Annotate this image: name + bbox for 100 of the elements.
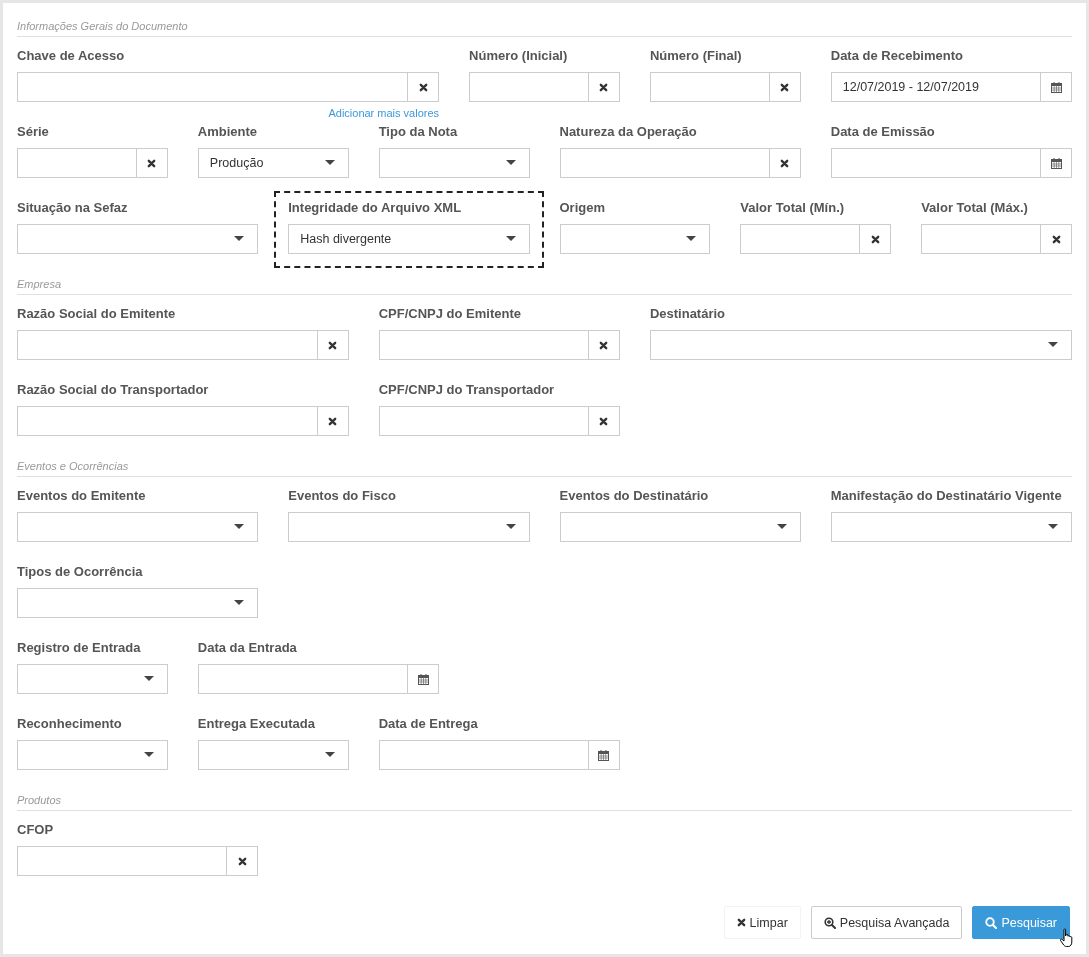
text-input[interactable] (17, 330, 349, 360)
caret-icon (505, 236, 516, 242)
field-label: Eventos do Emitente (17, 487, 147, 505)
field-label: Data de Recebimento (830, 47, 964, 65)
close-icon (328, 340, 338, 350)
close-icon (599, 82, 609, 92)
select-dropdown[interactable] (559, 512, 801, 542)
field-label: Natureza da Operação (559, 123, 698, 141)
close-icon (599, 340, 609, 350)
select-dropdown[interactable] (17, 588, 259, 618)
field-label: Valor Total (Máx.) (921, 199, 1029, 217)
caret-icon (1048, 524, 1058, 530)
field-label: Manifestação do Destinatário Vigente (830, 487, 1063, 505)
field-label: Razão Social do Emitente (17, 305, 177, 323)
caret-icon (143, 752, 154, 758)
section-heading: Informações Gerais do Documento (17, 17, 1072, 37)
caret-icon (234, 524, 245, 530)
close-icon (736, 918, 746, 927)
hand-cursor-icon (1059, 928, 1075, 948)
field-label: Eventos do Fisco (288, 487, 397, 505)
select-dropdown[interactable] (288, 512, 530, 542)
select-dropdown[interactable] (17, 664, 168, 694)
close-icon (870, 234, 880, 244)
select-dropdown[interactable] (559, 224, 711, 254)
field-label: Chave de Acesso (17, 47, 126, 65)
calendar-icon (1050, 81, 1062, 93)
caret-icon (776, 524, 787, 530)
close-icon (328, 416, 338, 426)
zoom-in-icon (823, 916, 836, 929)
text-input[interactable] (378, 330, 620, 360)
date-input[interactable] (830, 148, 1072, 178)
caret-icon (234, 600, 245, 606)
field-label: Número (Inicial) (469, 47, 569, 65)
field-label: Tipo da Nota (378, 123, 459, 141)
field-label: Número (Final) (649, 47, 743, 65)
clear-button[interactable]: Limpar (723, 906, 801, 939)
text-input[interactable] (649, 72, 801, 102)
field-label: Situação na Sefaz (17, 199, 129, 217)
caret-icon (505, 524, 516, 530)
calendar-icon (598, 749, 610, 761)
field-label: Reconhecimento (17, 715, 123, 733)
field-label: Registro de Entrada (17, 639, 142, 657)
field-label: Destinatário (649, 305, 727, 323)
field-label: CFOP (17, 821, 55, 839)
field-label: Ambiente (197, 123, 259, 141)
field-label: Data de Entrega (378, 715, 479, 733)
text-input[interactable] (378, 406, 620, 436)
caret-icon (505, 160, 516, 166)
close-icon (147, 158, 157, 168)
close-icon (780, 158, 790, 168)
caret-icon (686, 236, 697, 242)
field-label: Data de Emissão (830, 123, 936, 141)
field-label: Razão Social do Transportador (17, 381, 210, 399)
select-dropdown[interactable] (649, 330, 1072, 360)
select-dropdown[interactable] (830, 512, 1072, 542)
field-label: Data da Entrada (197, 639, 298, 657)
select-dropdown[interactable]: Hash divergente (288, 224, 530, 254)
field-label: Valor Total (Mín.) (740, 199, 846, 217)
caret-icon (234, 236, 245, 242)
section-heading: Empresa (17, 275, 1072, 295)
section-heading: Eventos e Ocorrências (17, 457, 1072, 477)
caret-icon (1048, 342, 1058, 348)
close-icon (418, 82, 428, 92)
advanced-search-button[interactable]: Pesquisa Avançada (810, 906, 963, 939)
field-label: Eventos do Destinatário (559, 487, 710, 505)
select-dropdown[interactable] (197, 740, 349, 770)
field-label: Integridade do Arquivo XML (288, 199, 463, 217)
text-input[interactable] (740, 224, 892, 254)
text-input[interactable] (17, 846, 259, 876)
calendar-icon (417, 673, 429, 685)
select-dropdown[interactable]: Produção (197, 148, 349, 178)
calendar-icon (1050, 157, 1062, 169)
caret-icon (143, 676, 154, 682)
close-icon (780, 82, 790, 92)
select-dropdown[interactable] (17, 224, 259, 254)
field-label: CPF/CNPJ do Transportador (378, 381, 556, 399)
close-icon (237, 856, 247, 866)
text-input[interactable] (559, 148, 801, 178)
date-input[interactable] (378, 740, 620, 770)
field-label: Série (17, 123, 50, 141)
text-input[interactable] (17, 148, 168, 178)
select-dropdown[interactable] (17, 512, 259, 542)
text-input[interactable] (17, 72, 440, 102)
field-label: Origem (559, 199, 606, 217)
close-icon (1051, 234, 1061, 244)
field-label: Tipos de Ocorrência (17, 563, 144, 581)
date-input[interactable]: 12/07/2019 - 12/07/2019 (830, 72, 1072, 102)
select-dropdown[interactable] (17, 740, 168, 770)
text-input[interactable] (469, 72, 620, 102)
text-input[interactable] (17, 406, 349, 436)
field-label: CPF/CNPJ do Emitente (378, 305, 522, 323)
select-dropdown[interactable] (378, 148, 530, 178)
section-heading: Produtos (17, 791, 1072, 811)
close-icon (599, 416, 609, 426)
field-label: Entrega Executada (197, 715, 316, 733)
caret-icon (324, 160, 335, 166)
date-input[interactable] (197, 664, 440, 694)
text-input[interactable] (921, 224, 1072, 254)
caret-icon (324, 752, 335, 758)
search-icon (985, 916, 998, 929)
